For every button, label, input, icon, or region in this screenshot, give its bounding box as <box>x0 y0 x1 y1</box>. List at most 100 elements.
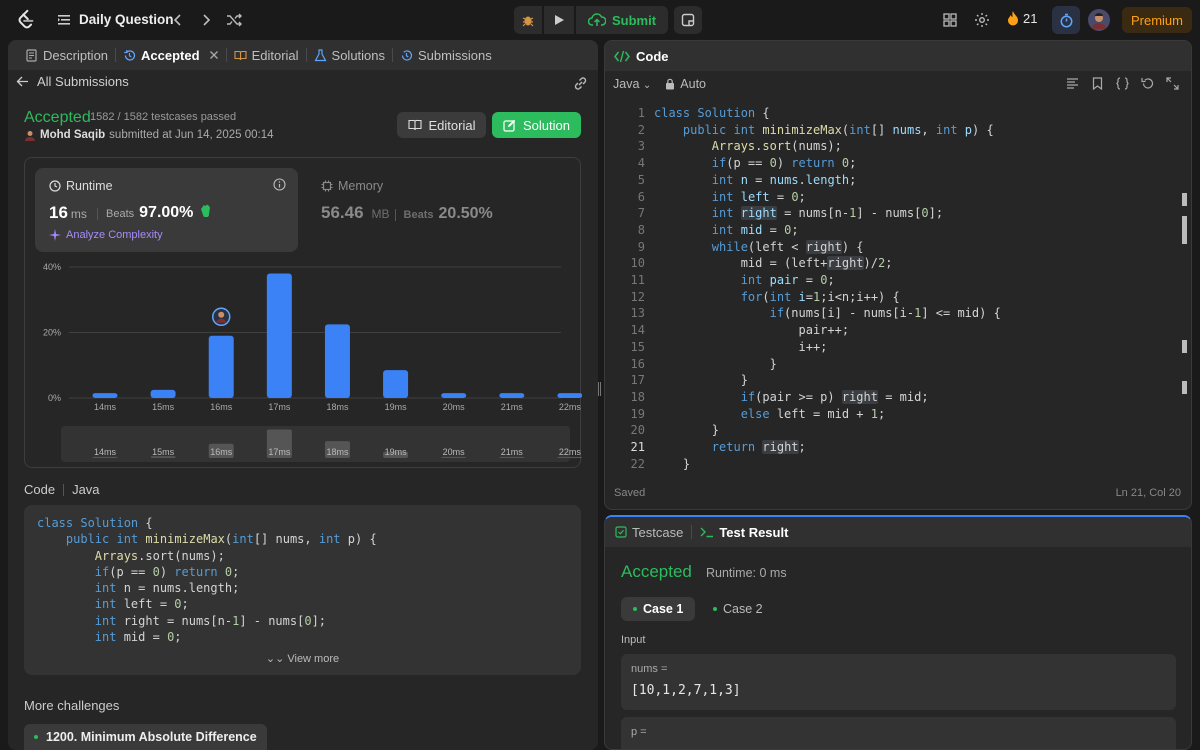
editor-header: Code <box>605 41 1191 71</box>
runtime-distribution-chart: 0% 20% 40% 14ms 15ms 16ms 17ms 18ms 19ms 20ms 21ms… <box>43 262 582 462</box>
problem-list-icon[interactable] <box>56 12 72 28</box>
tab-label: Test Result <box>719 524 789 540</box>
memory-chip-icon <box>321 180 333 192</box>
code-editor-panel: Code Java ⌄ Auto 1 2 3 4 5 6 7 8 9 10 11 12 13 14 15 16… <box>604 40 1192 510</box>
chevron-down-icon: ⌄ <box>642 80 652 91</box>
submission-panel: Description Accepted Editorial Solutions… <box>8 40 598 750</box>
premium-button[interactable]: Premium <box>1122 7 1192 33</box>
streak-counter[interactable]: 21 <box>1007 11 1037 26</box>
leetcode-logo-icon[interactable] <box>15 9 37 31</box>
tab-accepted[interactable]: Accepted <box>116 40 226 70</box>
analyze-complexity-link[interactable]: Analyze Complexity <box>49 229 163 241</box>
code-language: Java <box>72 482 100 497</box>
input-name: nums = <box>631 663 668 675</box>
avatar <box>25 131 35 141</box>
analyze-label: Analyze Complexity <box>66 229 163 241</box>
run-submit-group: Submit <box>514 6 703 34</box>
settings-gear-icon[interactable] <box>973 11 991 29</box>
notes-button[interactable] <box>674 6 703 34</box>
run-button[interactable] <box>544 6 574 34</box>
lock-icon <box>666 78 675 90</box>
solution-button[interactable]: Solution <box>492 112 581 138</box>
shuffle-icon[interactable] <box>225 11 243 29</box>
input-p-box[interactable]: p = <box>621 717 1176 749</box>
chart-bar <box>324 324 350 398</box>
runtime-card[interactable]: Runtime 16 ms Beats 97.00% Analyze Comple… <box>35 168 298 252</box>
chart-bar <box>441 393 467 398</box>
submitted-at: submitted at Jun 14, 2025 00:14 <box>109 129 274 141</box>
back-label: All Submissions <box>37 74 129 89</box>
memory-label: Memory <box>338 179 384 193</box>
submitted-code-preview[interactable]: class Solution { public int minimizeMax(… <box>24 505 581 675</box>
case-2-tab[interactable]: Case 2 <box>701 597 775 621</box>
y-tick-label: 0% <box>48 393 61 403</box>
history-icon <box>124 49 136 61</box>
submitter-name[interactable]: Mohd Saqib <box>40 129 105 141</box>
runtime-beats: Beats 97.00% <box>97 203 212 222</box>
checkbox-icon <box>615 526 627 538</box>
editorial-button[interactable]: Editorial <box>397 112 486 138</box>
stopwatch-icon <box>1060 13 1072 27</box>
cloud-upload-icon <box>588 13 606 26</box>
input-value: [10,1,2,7,1,3] <box>631 683 741 698</box>
chart-bar <box>266 273 292 398</box>
close-icon[interactable] <box>209 50 219 60</box>
expand-icon[interactable] <box>1166 77 1179 90</box>
tab-description[interactable]: Description <box>18 40 115 70</box>
share-link-icon[interactable] <box>573 76 588 91</box>
input-nums-box[interactable]: nums = [10,1,2,7,1,3] <box>621 654 1176 710</box>
line-numbers: 1 2 3 4 5 6 7 8 9 10 11 12 13 14 15 16 17 18 19 20 21 22 <box>630 106 645 471</box>
language-select[interactable]: Java ⌄ <box>613 77 651 91</box>
input-name: p = <box>631 726 647 738</box>
layout-grid-icon[interactable] <box>941 11 959 29</box>
tab-testcase[interactable]: Testcase <box>615 525 683 540</box>
reset-icon[interactable] <box>1141 77 1154 90</box>
test-tab-bar: Testcase Test Result <box>605 517 1191 547</box>
memory-label-row[interactable]: Memory <box>321 179 383 193</box>
runtime-label-row: Runtime <box>49 179 113 193</box>
pass-dot-icon <box>633 607 637 611</box>
chevrons-down-icon: ⌄⌄ <box>265 653 285 665</box>
flask-icon <box>314 48 327 61</box>
info-icon[interactable] <box>273 178 286 191</box>
tab-editorial[interactable]: Editorial <box>227 40 306 70</box>
chevron-right-icon[interactable] <box>197 11 215 29</box>
chevron-left-icon[interactable] <box>169 11 187 29</box>
timer-button[interactable] <box>1052 6 1080 34</box>
clock-icon <box>49 180 61 192</box>
debug-button[interactable] <box>514 6 542 34</box>
runtime-value: 16 <box>49 203 68 222</box>
back-to-submissions[interactable]: All Submissions <box>16 74 129 89</box>
x-tick-label: 22ms <box>559 402 582 412</box>
code-editor[interactable]: 1 2 3 4 5 6 7 8 9 10 11 12 13 14 15 16 17 18 19 20 21 22 clas… <box>605 103 1191 481</box>
navigator-bar <box>499 456 525 458</box>
challenge-item[interactable]: 1200. Minimum Absolute Difference <box>24 724 267 750</box>
chart-bar <box>383 370 409 398</box>
tab-submissions[interactable]: Submissions <box>393 40 499 70</box>
top-bar: Daily Question Submit 21 Premium <box>0 0 1200 40</box>
case-1-tab[interactable]: Case 1 <box>621 597 696 621</box>
avatar-image-icon <box>1088 9 1110 31</box>
format-lines-icon[interactable] <box>1066 77 1079 90</box>
editor-code-text[interactable]: class Solution { public int minimizeMax(… <box>654 105 1001 472</box>
user-avatar[interactable] <box>1088 9 1110 31</box>
range-navigator <box>61 426 570 462</box>
submit-button[interactable]: Submit <box>576 6 669 34</box>
navigator-bar <box>441 456 467 458</box>
y-tick-label: 20% <box>43 328 61 338</box>
navigator-tick-label: 17ms <box>268 447 291 457</box>
result-status: Accepted <box>621 562 692 581</box>
case-label: Case 2 <box>723 602 763 616</box>
curly-braces-icon[interactable] <box>1116 77 1129 90</box>
auto-mode[interactable]: Auto <box>665 77 706 91</box>
view-more-button[interactable]: ⌄⌄ View more <box>24 652 581 665</box>
page-title[interactable]: Daily Question <box>79 12 174 27</box>
tab-solutions[interactable]: Solutions <box>307 40 392 70</box>
bookmark-icon[interactable] <box>1091 77 1104 90</box>
editor-title: Code <box>636 48 669 64</box>
sparkle-icon <box>49 229 61 241</box>
panel-resize-handle[interactable] <box>598 382 601 396</box>
input-label: Input <box>621 634 646 646</box>
tab-test-result[interactable]: Test Result <box>700 525 788 540</box>
chart-bar <box>208 335 234 398</box>
